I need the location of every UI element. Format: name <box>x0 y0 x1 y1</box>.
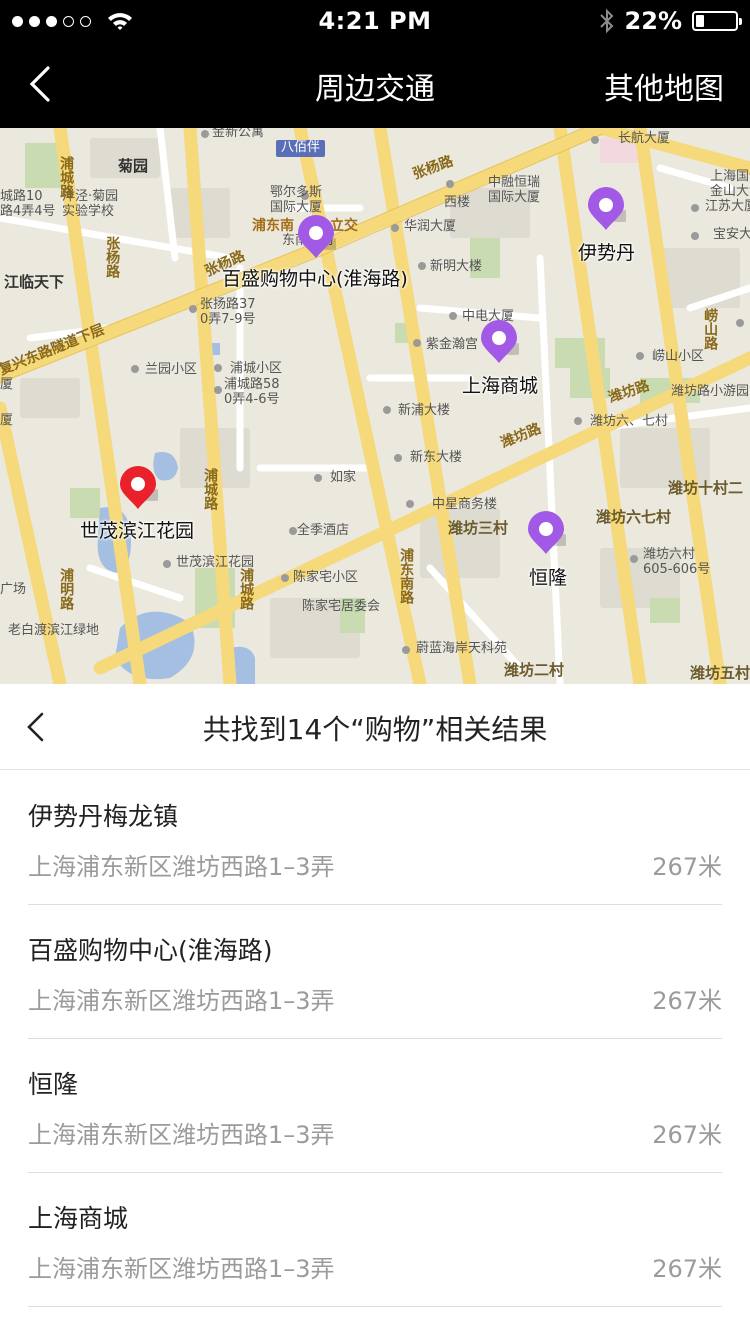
map-label: 浦明路 <box>58 568 75 610</box>
map-view[interactable]: 菊园 金新公寓 八佰伴 张杨路 鄂尔多斯 国际大厦 中融恒瑞 国际大厦 西楼 长… <box>0 128 750 684</box>
battery-icon <box>692 11 742 31</box>
list-item[interactable]: 伊势丹梅龙镇 上海浦东新区潍坊西路1–3弄 267米 <box>28 771 722 905</box>
map-label: 全季酒店 <box>297 523 350 538</box>
map-label: 八佰伴 <box>276 140 326 157</box>
map-label: 潍坊五村 <box>690 664 750 682</box>
map-label: 长航大厦 <box>618 131 671 146</box>
map-label: 张扬路37 0弄7-9号 <box>200 297 256 327</box>
list-item[interactable]: 上海商城 上海浦东新区潍坊西路1–3弄 267米 <box>28 1173 722 1307</box>
list-item[interactable]: 百盛购物中心(淮海路) 上海浦东新区潍坊西路1–3弄 267米 <box>28 905 722 1039</box>
map-label: 新浦大楼 <box>398 403 451 418</box>
map-label: 浦东南路 <box>398 548 415 604</box>
map-label: 金新公寓 <box>212 128 265 140</box>
map-label: 浦城路 <box>238 568 255 610</box>
result-name: 伊势丹梅龙镇 <box>28 802 179 831</box>
map-label: 江苏大厦 <box>705 199 750 214</box>
result-name: 恒隆 <box>28 1070 79 1099</box>
map-label: 老白渡滨江绿地 <box>8 623 100 638</box>
map-pin-purple[interactable] <box>526 510 566 556</box>
map-label: 中融恒瑞 国际大厦 <box>488 175 541 205</box>
map-label: 浦城路 <box>58 156 75 198</box>
map-pin-red[interactable] <box>118 465 158 511</box>
map-label: 潍坊十村二 <box>668 479 744 497</box>
map-label: 如家 <box>330 470 357 485</box>
map-label: 西楼 <box>444 195 471 210</box>
map-label: 陈家宅小区 <box>293 570 359 585</box>
result-address: 上海浦东新区潍坊西路1–3弄 <box>28 1121 335 1149</box>
map-pin-label: 世茂滨江花园 <box>80 520 195 542</box>
result-distance: 267米 <box>652 1255 722 1283</box>
map-label: 潍坊二村 <box>504 661 565 679</box>
result-name: 上海商城 <box>28 1204 129 1233</box>
map-label: 江临天下 <box>4 273 65 291</box>
map-label: 潍坊六、七村 <box>590 414 669 429</box>
map-label: 菊园 <box>118 157 149 175</box>
map-label: 陈家宅居委会 <box>302 599 381 614</box>
map-label: 城路10 路4弄4号 <box>0 189 56 219</box>
map-pin-purple[interactable] <box>296 214 336 260</box>
map-label: 潍坊路小游园 <box>671 384 750 399</box>
battery-percent: 22% <box>624 7 682 35</box>
nav-bar: 周边交通 其他地图 <box>0 40 750 128</box>
result-distance: 267米 <box>652 853 722 881</box>
map-pin-label: 上海商城 <box>462 375 539 397</box>
map-label: 中星商务楼 <box>432 497 498 512</box>
map-label: 新明大楼 <box>430 259 483 274</box>
map-label: 潍坊六村 605-606号 <box>643 547 711 577</box>
results-summary: 共找到14个“购物”相关结果 <box>202 713 548 746</box>
map-pin-purple[interactable] <box>586 186 626 232</box>
map-label: 兰园小区 <box>145 362 198 377</box>
results-header: 共找到14个“购物”相关结果 <box>0 684 750 770</box>
map-label: 广场 <box>0 582 27 597</box>
map-pin-purple[interactable] <box>479 319 519 365</box>
map-pin-label: 恒隆 <box>529 567 568 589</box>
map-label: 厦 <box>0 413 14 428</box>
result-address: 上海浦东新区潍坊西路1–3弄 <box>28 1255 335 1283</box>
list-item[interactable]: 恒隆 上海浦东新区潍坊西路1–3弄 267米 <box>28 1039 722 1173</box>
map-label: 上海国信 金山大酒 <box>710 169 750 199</box>
bluetooth-icon <box>599 8 613 34</box>
map-label: 浦东南 <box>252 218 294 234</box>
map-label: 浦城小区 <box>230 361 283 376</box>
battery-level <box>696 15 704 27</box>
other-maps-button[interactable]: 其他地图 <box>604 64 724 108</box>
map-label: 华润大厦 <box>404 219 457 234</box>
map-label: 新东大楼 <box>410 450 463 465</box>
result-distance: 267米 <box>652 987 722 1015</box>
map-pin-label: 伊势丹 <box>578 242 636 264</box>
map-label: 潍坊三村 <box>448 519 509 537</box>
map-label: 浦城路 <box>202 468 219 510</box>
result-distance: 267米 <box>652 1121 722 1149</box>
status-bar: 4:21 PM 22% <box>0 0 750 40</box>
map-label: 潍坊六七村 <box>596 508 672 526</box>
result-address: 上海浦东新区潍坊西路1–3弄 <box>28 853 335 881</box>
result-list: 伊势丹梅龙镇 上海浦东新区潍坊西路1–3弄 267米 百盛购物中心(淮海路) 上… <box>0 771 750 1307</box>
map-label: 蔚蓝海岸天科苑 <box>416 641 508 656</box>
result-address: 上海浦东新区潍坊西路1–3弄 <box>28 987 335 1015</box>
map-label: 张杨路 <box>104 236 121 278</box>
map-label: 紫金瀚宫 <box>426 337 479 352</box>
map-label: 崂山路 <box>702 308 719 350</box>
map-label: 崂山小区 <box>652 349 705 364</box>
map-label: 宝安大厦 <box>713 227 750 242</box>
map-label: 厦 <box>0 377 14 392</box>
result-name: 百盛购物中心(淮海路) <box>28 936 273 965</box>
map-pin-label: 百盛购物中心(淮海路) <box>222 268 408 290</box>
map-label: 鄂尔多斯 国际大厦 <box>270 185 323 215</box>
map-label: 浦城路58 0弄4-6号 <box>224 377 280 407</box>
